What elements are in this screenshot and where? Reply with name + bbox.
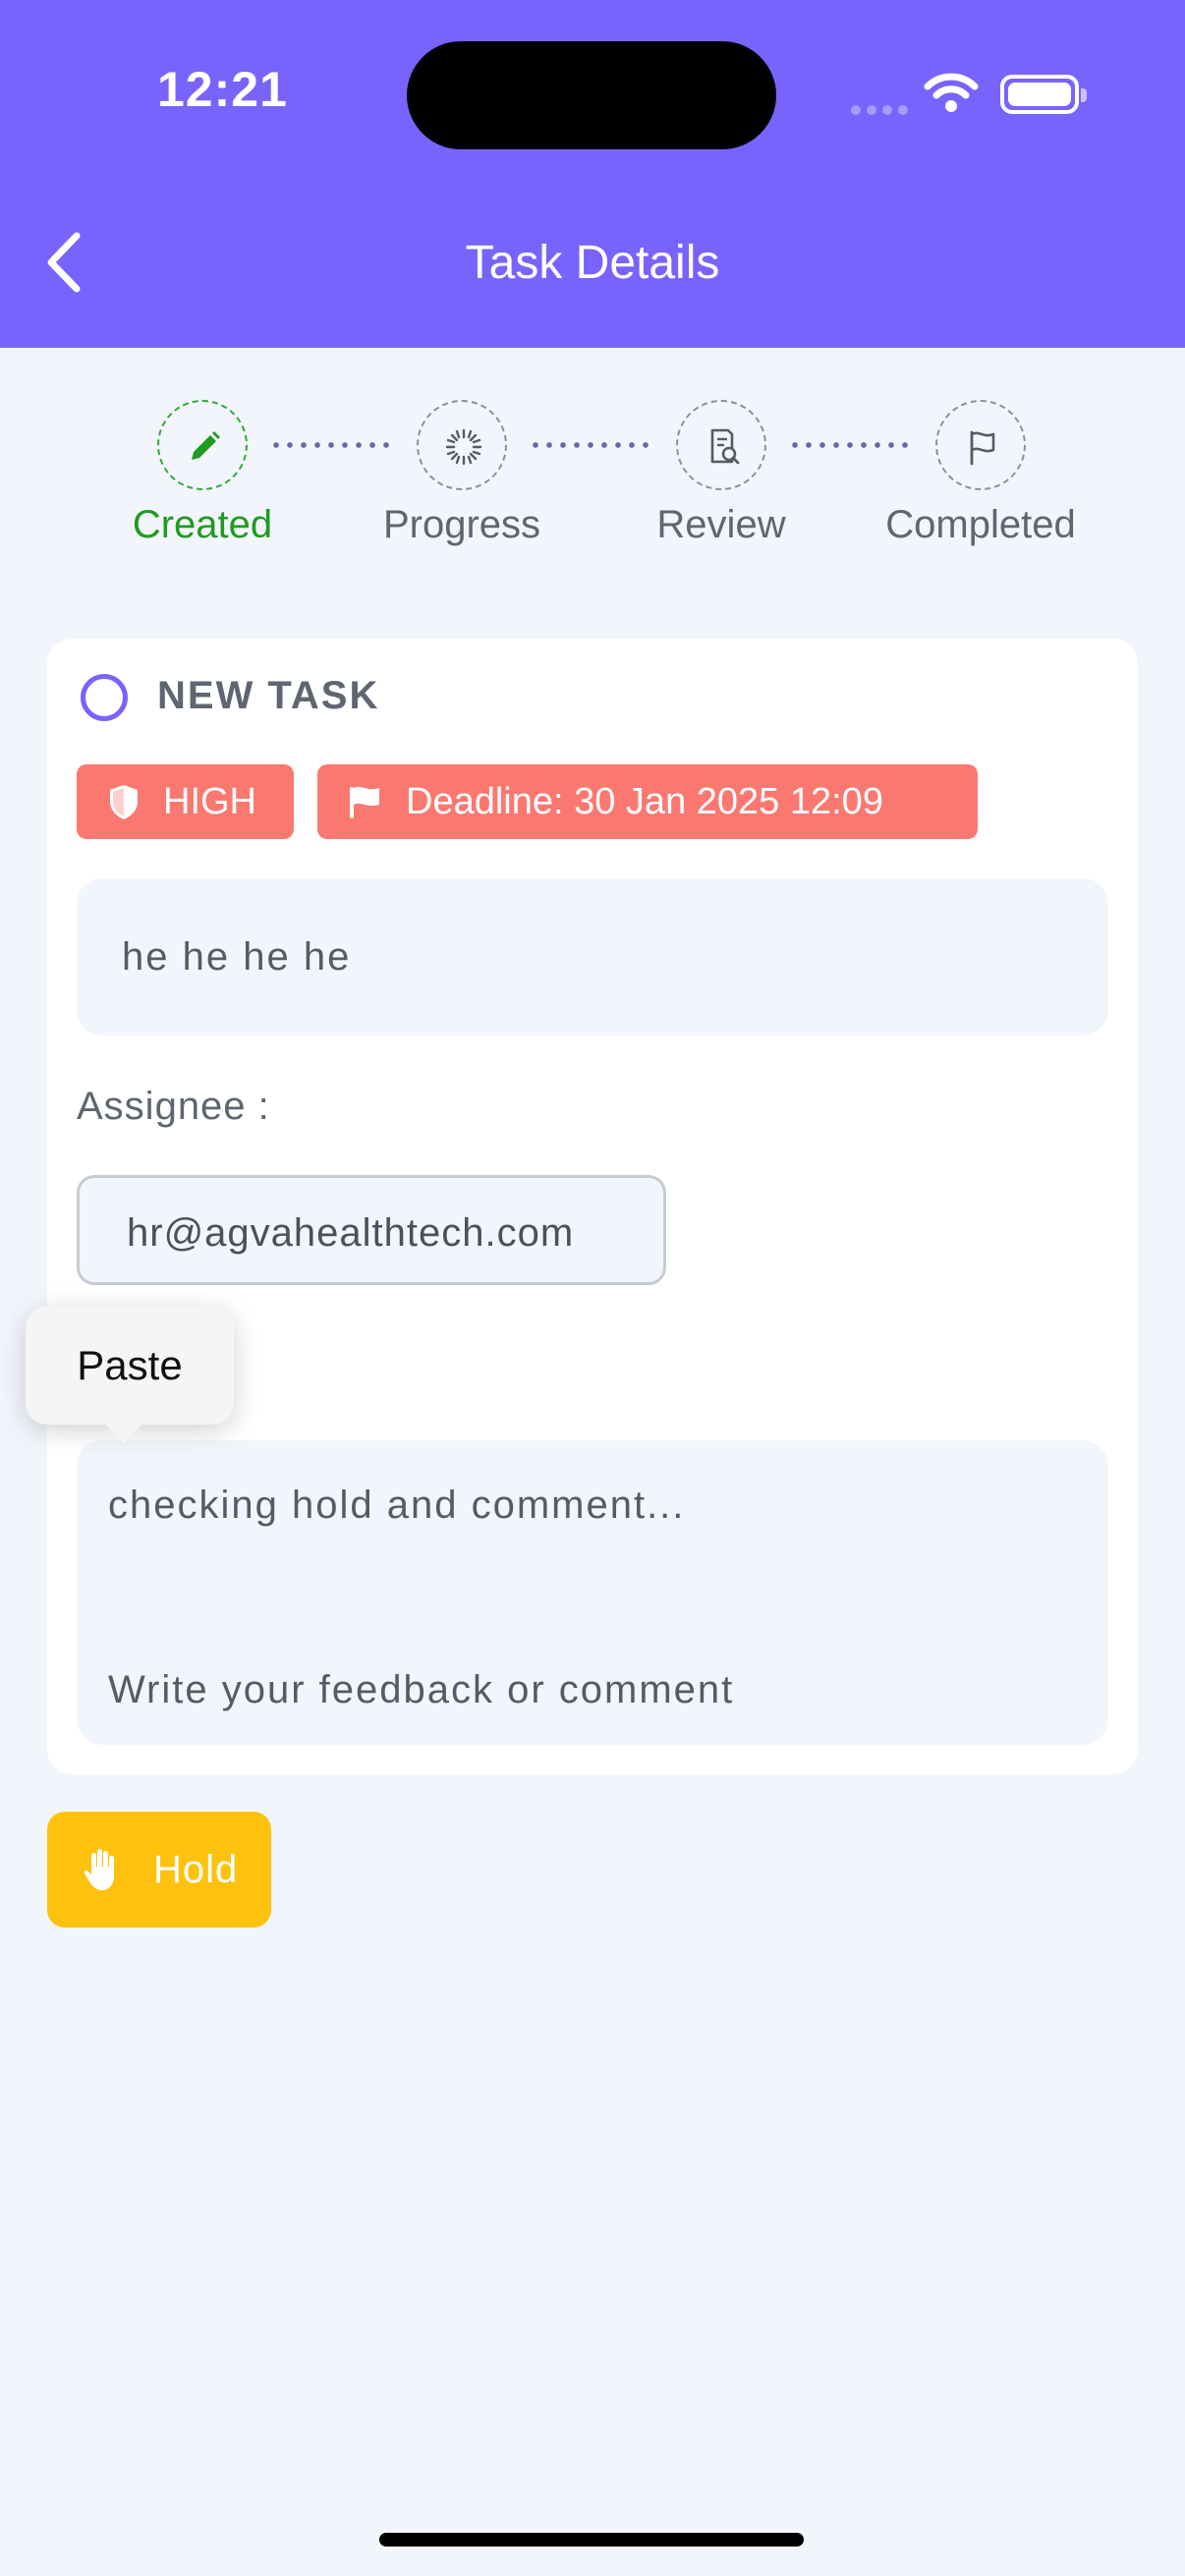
priority-text: HIGH (163, 780, 256, 822)
status-ring-icon (81, 674, 128, 721)
step-progress-label: Progress (382, 503, 541, 546)
shield-icon (110, 785, 138, 819)
battery-icon (1000, 75, 1087, 114)
step-connector (529, 442, 652, 448)
hold-button[interactable]: Hold (47, 1812, 271, 1928)
step-created-circle[interactable] (157, 400, 248, 490)
assignee-label: Assignee : (77, 1085, 270, 1128)
comment-value: checking hold and comment... (108, 1484, 686, 1527)
step-completed-label: Completed (885, 503, 1076, 546)
page-title: Task Details (465, 237, 720, 289)
hold-label: Hold (153, 1847, 239, 1891)
assignee-email: hr@agvahealthtech.com (127, 1211, 575, 1255)
wifi-icon (924, 73, 979, 119)
home-indicator[interactable] (379, 2533, 804, 2547)
app-header: 12:21 Task Details (0, 0, 1185, 348)
paste-option[interactable]: Paste (26, 1342, 234, 1389)
status-time: 12:21 (157, 62, 288, 117)
assignee-chip[interactable]: hr@agvahealthtech.com (77, 1175, 666, 1285)
step-completed-circle[interactable] (935, 400, 1026, 490)
deadline-badge: Deadline: 30 Jan 2025 12:09 (317, 764, 978, 839)
step-review-label: Review (656, 503, 786, 546)
hand-icon (84, 1849, 114, 1890)
flag-outline-icon (970, 430, 995, 466)
cellular-signal-icon (851, 102, 914, 120)
pencil-icon (192, 431, 220, 460)
deadline-text: Deadline: 30 Jan 2025 12:09 (406, 780, 883, 822)
comment-placeholder: Write your feedback or comment (108, 1668, 735, 1711)
comment-input[interactable]: checking hold and comment... Write your … (77, 1440, 1108, 1745)
task-status: NEW TASK (157, 674, 380, 717)
step-created-label: Created (132, 503, 273, 546)
priority-badge: HIGH (77, 764, 294, 839)
paste-menu[interactable]: Paste (26, 1307, 234, 1444)
document-search-icon (710, 428, 740, 465)
step-connector (269, 442, 393, 448)
step-connector (788, 442, 912, 448)
dynamic-island (407, 41, 776, 149)
description-text: he he he he (122, 935, 352, 979)
step-review-circle[interactable] (676, 400, 766, 490)
task-description: he he he he (77, 878, 1108, 1036)
spinner-icon (445, 428, 482, 466)
flag-icon (350, 786, 379, 818)
step-progress-circle[interactable] (417, 400, 507, 490)
